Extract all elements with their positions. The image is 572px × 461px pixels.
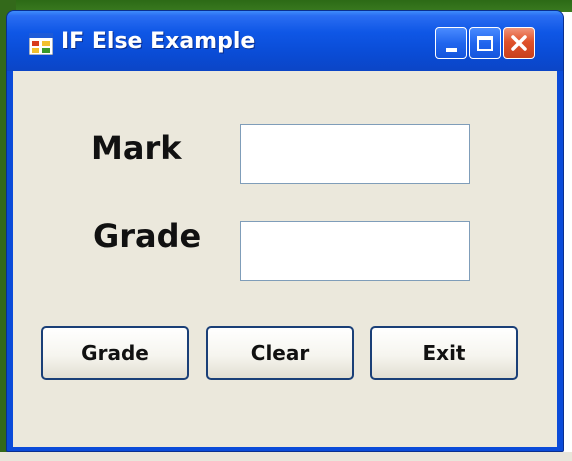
mark-label: Mark bbox=[91, 129, 182, 167]
form-client-area: Mark Grade Grade Clear Exit bbox=[13, 71, 557, 447]
mark-input[interactable] bbox=[240, 124, 470, 184]
desktop-background-bottom bbox=[0, 452, 572, 461]
screenshot-canvas: IF Else Example Mark Grade Grade Clear E… bbox=[0, 0, 572, 461]
exit-button[interactable]: Exit bbox=[370, 326, 518, 380]
minimize-icon bbox=[445, 48, 457, 52]
grade-button[interactable]: Grade bbox=[41, 326, 189, 380]
clear-button[interactable]: Clear bbox=[206, 326, 354, 380]
window-title: IF Else Example bbox=[61, 29, 256, 54]
grade-input[interactable] bbox=[240, 221, 470, 281]
title-bar[interactable]: IF Else Example bbox=[7, 11, 563, 71]
grade-label: Grade bbox=[93, 217, 202, 255]
close-icon bbox=[511, 35, 527, 51]
windows-form-icon[interactable] bbox=[28, 32, 54, 56]
app-window: IF Else Example Mark Grade Grade Clear E… bbox=[6, 10, 564, 452]
close-button[interactable] bbox=[503, 27, 535, 59]
maximize-button[interactable] bbox=[469, 27, 501, 59]
minimize-button[interactable] bbox=[435, 27, 467, 59]
maximize-icon bbox=[477, 35, 493, 51]
